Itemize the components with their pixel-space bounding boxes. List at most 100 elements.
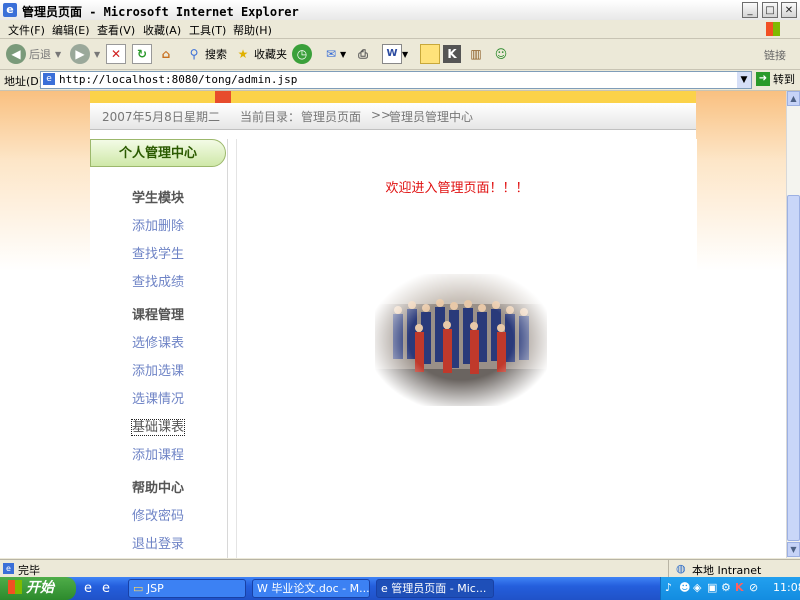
research-button[interactable]: ▥ [467, 43, 485, 65]
nav-find-score[interactable]: 查找成绩 [90, 271, 226, 290]
search-button[interactable]: ⚲ 搜索 [185, 43, 227, 65]
graduation-photo [375, 274, 547, 406]
mail-button[interactable]: ✉ ▼ [322, 43, 346, 65]
welcome-message: 欢迎进入管理页面！！！ [385, 181, 529, 196]
nav-change-password[interactable]: 修改密码 [90, 505, 226, 524]
background-gradient-right [696, 91, 786, 558]
back-arrow-icon: ◀ [6, 44, 26, 64]
ie-quicklaunch-icon[interactable]: e [84, 581, 92, 596]
windows-flag-icon [766, 22, 780, 36]
current-weekday: 星期二 [184, 110, 221, 124]
breadcrumb-admin-center[interactable]: 管理员管理中心 [389, 108, 473, 125]
nav-logout[interactable]: 退出登录 [90, 533, 226, 552]
sidebar-title: 个人管理中心 [90, 139, 226, 167]
page-viewport: 2007年5月8日 星期二 当前目录： 管理员页面 >> 管理员管理中心 个人管… [0, 91, 786, 558]
header-banner [90, 91, 696, 103]
forward-button[interactable]: ▶ ▼ [70, 43, 100, 65]
tray-block-icon[interactable]: ⊘ [749, 581, 758, 594]
nav-add-delete[interactable]: 添加删除 [90, 215, 226, 234]
chevron-down-icon: ▼ [402, 49, 409, 59]
section-student: 学生模块 [131, 191, 184, 206]
stop-button[interactable]: ✕ [106, 43, 126, 65]
mail-icon: ✉ [325, 47, 337, 61]
address-bar: 地址(D) e http://localhost:8080/tong/admin… [0, 70, 800, 91]
current-date: 2007年5月8日 [102, 110, 184, 124]
tray-network-icon[interactable]: ▣ [707, 581, 717, 594]
messenger-button[interactable]: ☺ [492, 43, 510, 65]
home-button[interactable]: ⌂ [157, 43, 175, 65]
ie-quicklaunch-icon-2[interactable]: e [102, 581, 110, 596]
scroll-thumb[interactable] [787, 195, 800, 541]
star-icon: ★ [237, 47, 249, 61]
edit-button[interactable]: W ▼ [382, 43, 408, 65]
task-word-doc[interactable]: W 毕业论文.doc - M... [252, 579, 370, 598]
folder-icon: ▭ [133, 582, 147, 595]
window-titlebar[interactable]: e 管理员页面 - Microsoft Internet Explorer _ … [0, 0, 800, 21]
chevron-down-icon: ▼ [94, 49, 101, 59]
nav-find-student[interactable]: 查找学生 [90, 243, 226, 262]
breadcrumb-admin-page[interactable]: 管理员页面 [301, 108, 361, 125]
start-button[interactable]: 开始 [0, 577, 76, 600]
nav-elective-status[interactable]: 选课情况 [90, 388, 226, 407]
tray-settings-icon[interactable]: ⚙ [721, 581, 731, 594]
menu-favorites[interactable]: 收藏(A) [143, 22, 181, 38]
ie-icon: e [381, 582, 392, 595]
favorites-button[interactable]: ★ 收藏夹 [234, 43, 287, 65]
menu-help[interactable]: 帮助(H) [233, 22, 272, 38]
section-course: 课程管理 [131, 308, 184, 323]
note-button[interactable] [420, 43, 440, 65]
refresh-button[interactable]: ↻ [132, 43, 152, 65]
home-icon: ⌂ [161, 47, 171, 61]
tray-k-icon[interactable]: K [735, 581, 744, 594]
messenger-icon: ☺ [494, 47, 508, 61]
address-input[interactable]: e http://localhost:8080/tong/admin.jsp ▼ [40, 71, 752, 89]
refresh-icon: ↻ [132, 44, 152, 64]
print-button[interactable]: ⎙ [354, 43, 372, 65]
go-arrow-icon: ➜ [756, 72, 770, 86]
sidebar-nav: 个人管理中心 学生模块 添加删除 查找学生 查找成绩 课程管理 选修课表 添加选… [90, 139, 228, 558]
printer-icon: ⎙ [358, 47, 368, 61]
scroll-up-button[interactable]: ▲ [787, 91, 800, 106]
word-icon: W [257, 582, 272, 595]
nav-add-course[interactable]: 添加课程 [90, 444, 226, 463]
history-button[interactable]: ◷ [292, 43, 312, 65]
tray-sound-icon[interactable]: ♪ [665, 581, 672, 594]
go-button[interactable]: ➜ 转到 [756, 71, 795, 87]
nav-elective-table[interactable]: 选修课表 [90, 332, 226, 351]
vertical-scrollbar[interactable]: ▲ ▼ [786, 91, 800, 558]
chevron-down-icon: ▼ [340, 49, 347, 59]
tray-user-icon[interactable]: ☻ [679, 581, 690, 594]
section-help: 帮助中心 [131, 481, 184, 496]
word-icon: W [382, 44, 402, 64]
k-button[interactable]: K [443, 43, 461, 65]
minimize-button[interactable]: _ [742, 2, 758, 18]
task-admin-page[interactable]: e 管理员页面 - Mic... [376, 579, 494, 598]
scroll-down-button[interactable]: ▼ [787, 542, 800, 557]
maximize-button[interactable]: □ [762, 2, 778, 18]
toolbar: ◀ 后退 ▼ ▶ ▼ ✕ ↻ ⌂ ⚲ 搜索 ★ 收藏夹 ◷ ✉ ▼ ⎙ W ▼ … [0, 39, 800, 70]
chevron-down-icon[interactable]: ▼ [737, 72, 751, 88]
nav-add-elective[interactable]: 添加选课 [90, 360, 226, 379]
back-button[interactable]: ◀ 后退 ▼ [6, 43, 61, 65]
close-button[interactable]: ✕ [781, 2, 797, 18]
menu-tools[interactable]: 工具(T) [189, 22, 226, 38]
intranet-globe-icon: ◍ [676, 562, 686, 575]
nav-basic-table[interactable]: 基础课表 [90, 416, 226, 436]
chevron-down-icon: ▼ [55, 49, 62, 59]
tray-shield-icon[interactable]: ◈ [693, 581, 701, 594]
menu-file[interactable]: 文件(F) [8, 22, 45, 38]
menu-view[interactable]: 查看(V) [97, 22, 135, 38]
menubar: 文件(F) 编辑(E) 查看(V) 收藏(A) 工具(T) 帮助(H) [0, 20, 800, 39]
links-label[interactable]: 链接 [764, 47, 786, 63]
status-text: 完毕 [18, 564, 40, 577]
task-jsp[interactable]: ▭ JSP [128, 579, 246, 598]
books-icon: ▥ [470, 47, 482, 61]
page-icon: e [43, 73, 55, 85]
menu-edit[interactable]: 编辑(E) [52, 22, 90, 38]
k-app-icon: K [443, 45, 461, 63]
system-tray: ♪ ☻ ◈ ▣ ⚙ K ⊘ 11:08 [660, 577, 800, 600]
clock: 11:08 [773, 581, 800, 594]
date-bar: 2007年5月8日 星期二 当前目录： 管理员页面 >> 管理员管理中心 [90, 103, 696, 130]
forward-arrow-icon: ▶ [70, 44, 90, 64]
search-icon: ⚲ [189, 47, 199, 61]
